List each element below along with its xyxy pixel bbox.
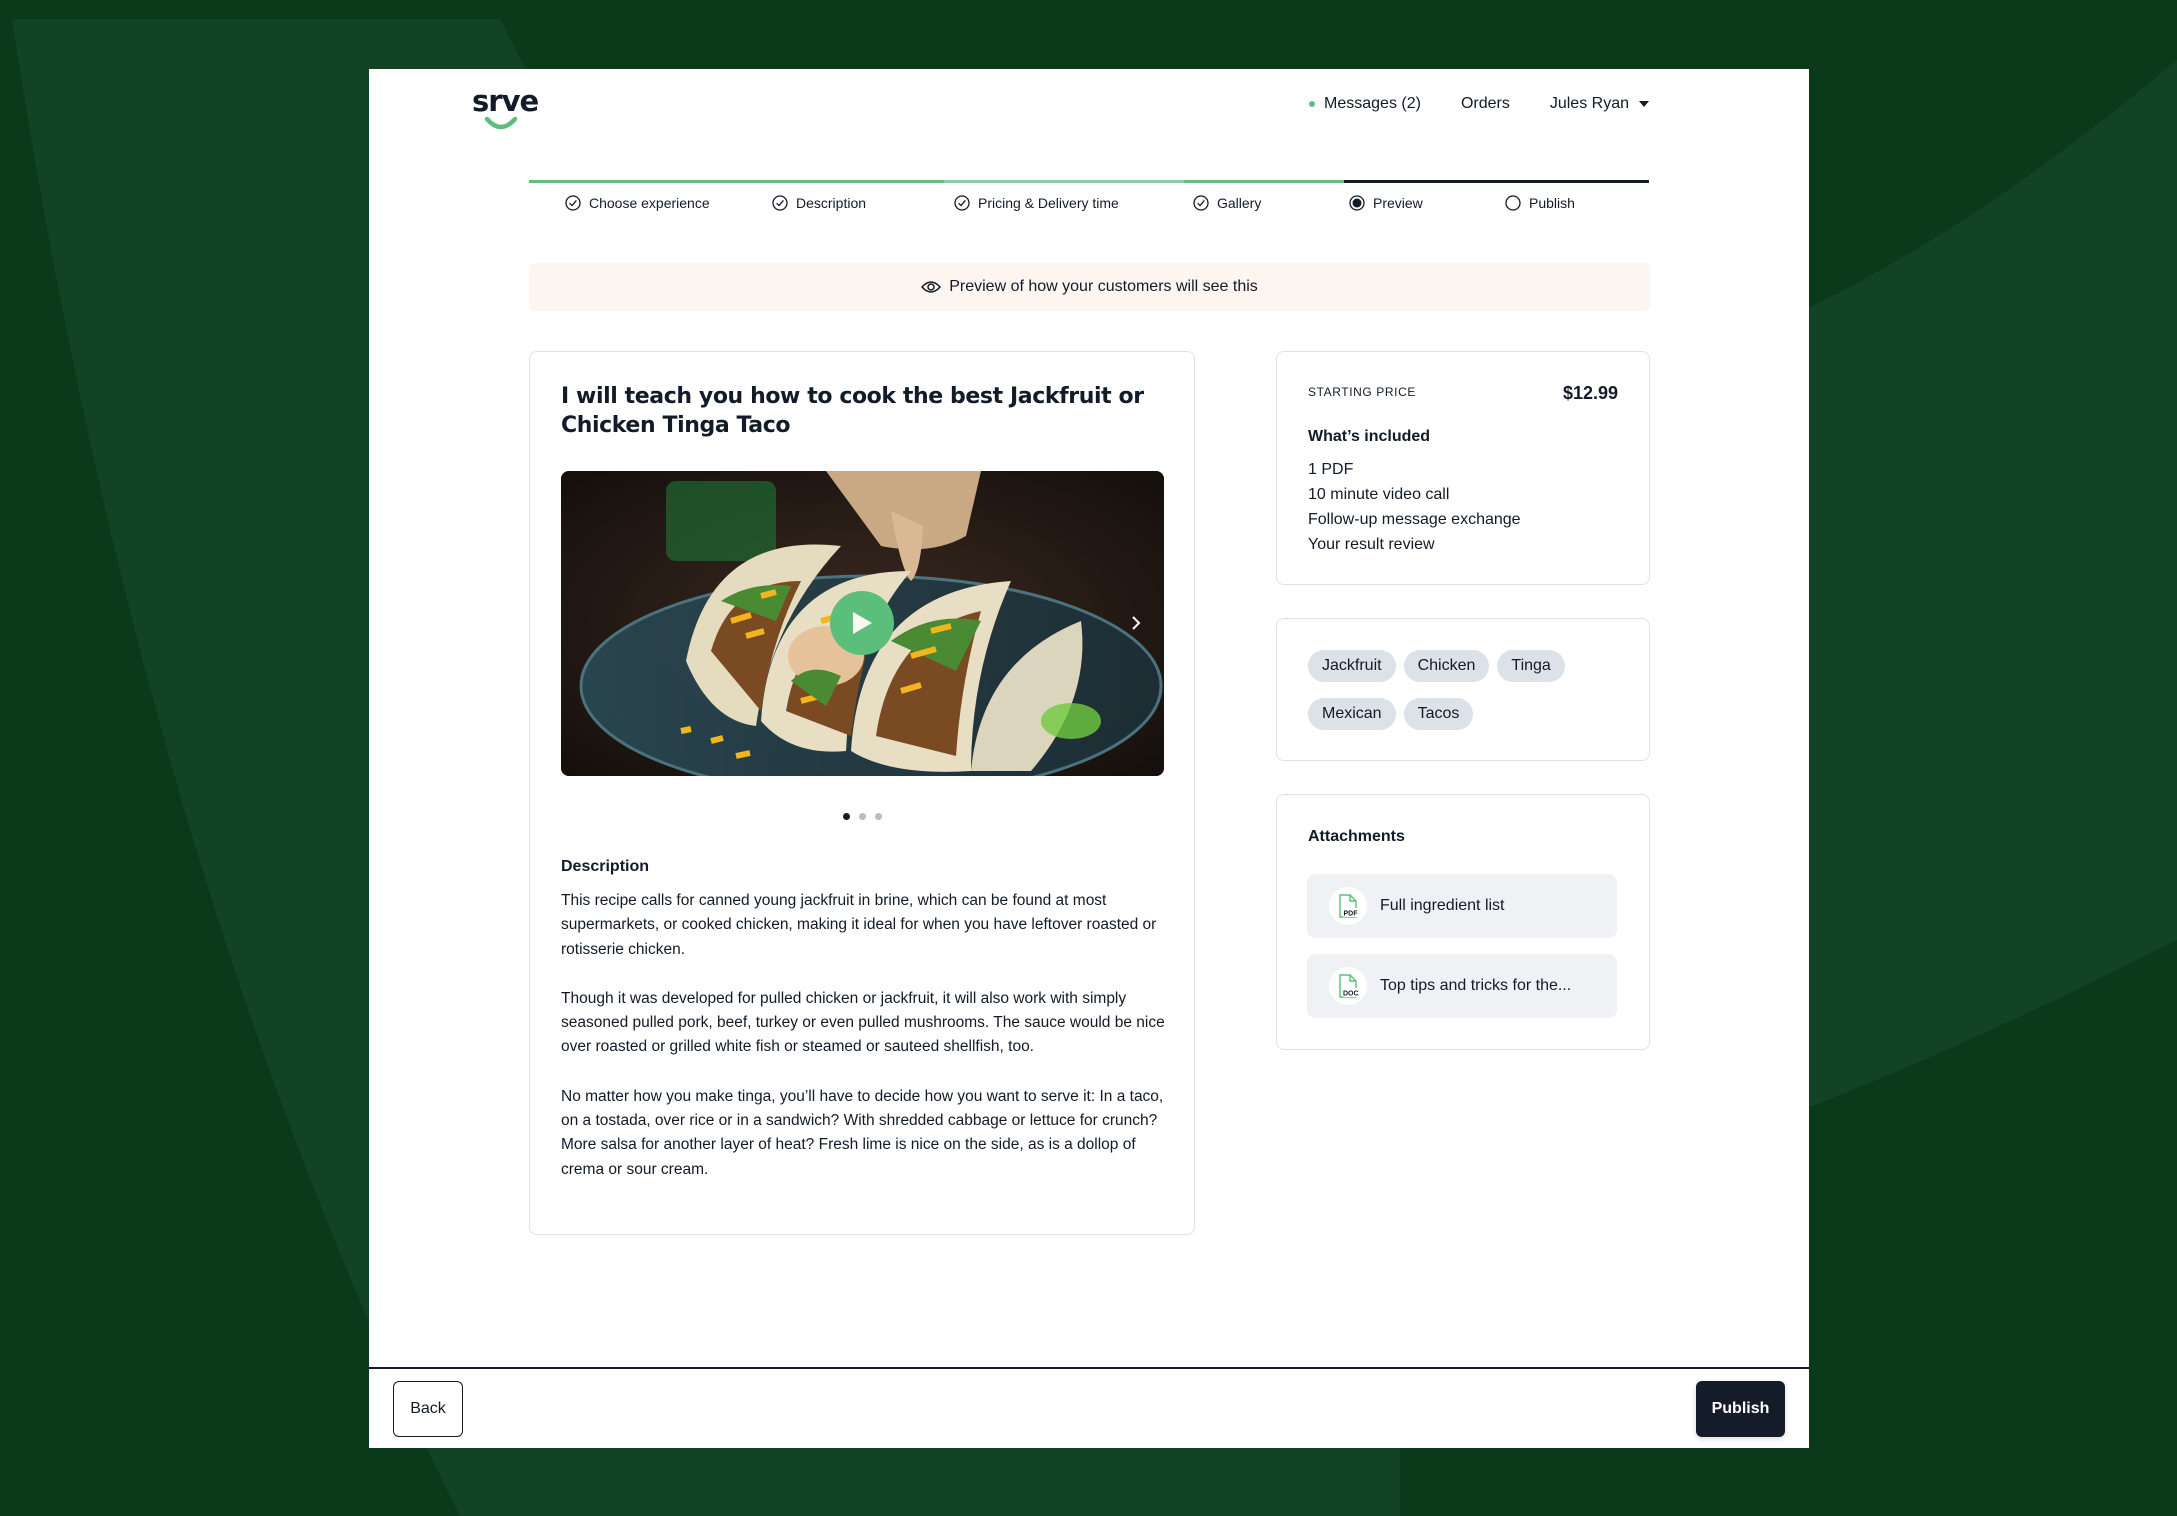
tag-tinga[interactable]: Tinga [1497, 650, 1565, 682]
check-circle-icon [1193, 195, 1209, 211]
included-item: 10 minute video call [1308, 486, 1450, 503]
progress-segment-complete [944, 180, 1184, 183]
step-gallery[interactable]: Gallery [1193, 195, 1261, 211]
tag-list: Jackfruit Chicken Tinga Mexican Tacos [1308, 650, 1628, 730]
svg-text:DOC: DOC [1343, 991, 1359, 998]
description-paragraph: This recipe calls for canned young jackf… [561, 892, 1157, 958]
tag-mexican[interactable]: Mexican [1308, 698, 1396, 730]
media-carousel[interactable] [561, 471, 1164, 776]
messages-link[interactable]: Messages (2) [1309, 95, 1421, 113]
tag-jackfruit[interactable]: Jackfruit [1308, 650, 1396, 682]
radio-selected-icon [1349, 195, 1365, 211]
eye-icon [921, 281, 942, 293]
wizard-footer: Back Publish [369, 1367, 1809, 1448]
caret-down-icon [1639, 101, 1649, 107]
attachment-list: PDF Full ingredient list DOC Top tips an… [1307, 874, 1617, 1034]
doc-file-icon: DOC [1329, 967, 1367, 1005]
step-label: Choose experience [589, 195, 710, 211]
step-publish[interactable]: Publish [1505, 195, 1575, 211]
step-label: Description [796, 195, 867, 211]
included-item: Your result review [1308, 536, 1435, 553]
starting-price-label: STARTING PRICE [1308, 385, 1416, 399]
included-item: 1 PDF [1308, 461, 1354, 478]
description-heading: Description [561, 858, 650, 875]
carousel-next-button[interactable] [1126, 611, 1146, 635]
listing-preview-card: I will teach you how to cook the best Ja… [529, 351, 1195, 1235]
attachment-name: Full ingredient list [1380, 897, 1505, 914]
step-description[interactable]: Description [772, 195, 866, 211]
step-label: Publish [1529, 195, 1575, 211]
progress-segment-complete [529, 180, 944, 183]
starting-price-value: $12.99 [1562, 383, 1618, 403]
check-circle-icon [772, 195, 788, 211]
step-label: Preview [1373, 195, 1423, 211]
progress-stepper: Choose experience Description Pricing & … [529, 180, 1649, 223]
banner-text: Preview of how your customers will see t… [949, 278, 1258, 295]
included-list: 1 PDF 10 minute video call Follow-up mes… [1308, 457, 1521, 557]
attachment-item[interactable]: DOC Top tips and tricks for the... [1307, 954, 1617, 1018]
user-name: Jules Ryan [1549, 95, 1629, 112]
srve-logo[interactable]: srve [472, 84, 539, 133]
step-label: Gallery [1217, 195, 1262, 211]
carousel-dot-2[interactable] [858, 813, 866, 820]
description-paragraph: Though it was developed for pulled chick… [561, 989, 1165, 1056]
attachments-card: Attachments PDF Full ingredient list DOC… [1276, 794, 1650, 1050]
whats-included-heading: What’s included [1308, 428, 1431, 445]
attachment-name: Top tips and tricks for the... [1380, 977, 1572, 994]
play-button[interactable] [830, 591, 894, 655]
attachments-heading: Attachments [1308, 828, 1405, 845]
svg-text:PDF: PDF [1344, 911, 1359, 918]
play-icon [853, 612, 872, 634]
stepper-progress-bar [529, 180, 1649, 183]
listing-title: I will teach you how to cook the best Ja… [561, 384, 1144, 438]
progress-segment-remaining [1344, 180, 1649, 183]
unread-dot-icon [1309, 101, 1316, 107]
carousel-dots [530, 813, 1194, 820]
messages-label: Messages (2) [1324, 95, 1421, 112]
pdf-file-icon: PDF [1329, 887, 1367, 925]
description-body: This recipe calls for canned young jackf… [561, 889, 1166, 1207]
attachment-item[interactable]: PDF Full ingredient list [1307, 874, 1617, 938]
logo-text: srve [472, 84, 539, 118]
pricing-card: STARTING PRICE $12.99 What’s included 1 … [1276, 351, 1650, 585]
description-paragraph: No matter how you make tinga, you’ll hav… [561, 1087, 1164, 1178]
radio-empty-icon [1505, 195, 1521, 211]
orders-link[interactable]: Orders [1461, 95, 1510, 113]
orders-label: Orders [1460, 95, 1510, 112]
publish-button[interactable]: Publish [1696, 1381, 1785, 1437]
smile-icon [484, 117, 518, 130]
step-label: Pricing & Delivery time [978, 195, 1119, 211]
included-item: Follow-up message exchange [1308, 511, 1521, 528]
carousel-dot-1[interactable] [842, 813, 850, 820]
tags-card: Jackfruit Chicken Tinga Mexican Tacos [1276, 618, 1650, 761]
check-circle-icon [565, 195, 581, 211]
step-preview[interactable]: Preview [1349, 195, 1423, 211]
tag-chicken[interactable]: Chicken [1403, 650, 1490, 682]
back-button[interactable]: Back [393, 1381, 463, 1437]
preview-banner: Preview of how your customers will see t… [529, 263, 1650, 311]
step-pricing-delivery[interactable]: Pricing & Delivery time [954, 195, 1119, 211]
chevron-right-icon [1132, 616, 1141, 630]
top-navigation: Messages (2) Orders Jules Ryan [1309, 95, 1649, 113]
tag-tacos[interactable]: Tacos [1403, 698, 1474, 730]
user-menu[interactable]: Jules Ryan [1550, 95, 1649, 113]
step-choose-experience[interactable]: Choose experience [565, 195, 710, 211]
progress-segment-complete [1184, 180, 1344, 183]
check-circle-icon [954, 195, 970, 211]
publish-wizard-page: srve Messages (2) Orders Jules Ryan Choo… [369, 69, 1809, 1448]
carousel-dot-3[interactable] [874, 813, 882, 820]
